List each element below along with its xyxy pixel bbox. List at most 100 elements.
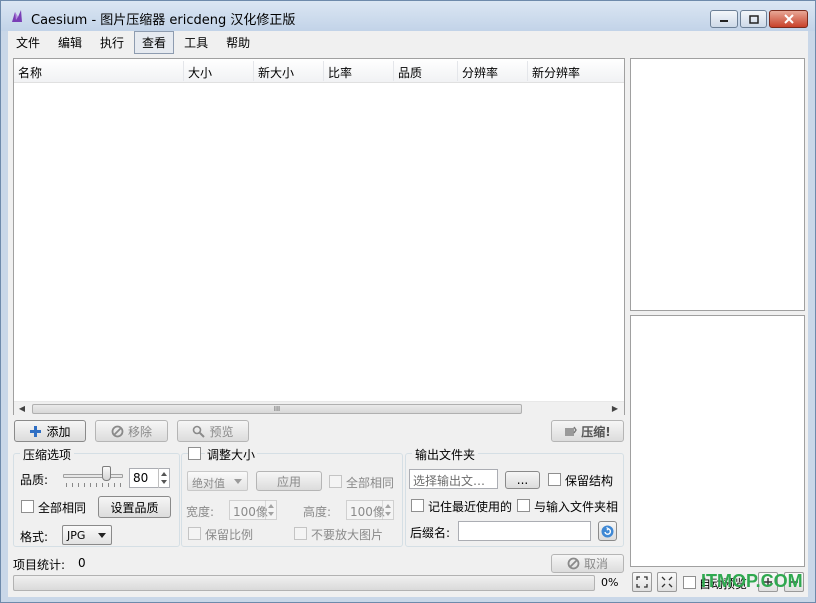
compressed-preview-pane <box>630 315 805 567</box>
file-list[interactable]: 名称 大小 新大小 比率 品质 分辨率 新分辨率 ◀ III ▶ <box>13 58 625 415</box>
compress-button[interactable]: 压缩! <box>551 420 624 442</box>
format-select[interactable]: JPG <box>62 525 112 545</box>
width-label: 宽度: <box>186 505 215 519</box>
scroll-right-icon[interactable]: ▶ <box>610 404 620 414</box>
set-quality-button[interactable]: 设置品质 <box>98 496 171 518</box>
menu-edit[interactable]: 编辑 <box>50 31 90 54</box>
magnifier-icon <box>193 425 206 438</box>
column-new-size[interactable]: 新大小 <box>258 64 294 81</box>
client-area: 文件 编辑 执行 查看 工具 帮助 名称 大小 新大小 比率 品质 分辨率 新分… <box>8 30 808 597</box>
set-quality-button-label: 设置品质 <box>110 500 159 515</box>
column-divider[interactable] <box>457 61 458 81</box>
resize-all-same-label: 全部相同 <box>346 476 395 490</box>
browse-folder-button[interactable]: ... <box>505 471 540 489</box>
scroll-left-icon[interactable]: ◀ <box>17 404 27 414</box>
quality-slider-thumb[interactable] <box>102 466 111 481</box>
keep-ratio-checkbox[interactable] <box>188 527 201 540</box>
no-enlarge-label: 不要放大图片 <box>311 528 384 542</box>
column-name[interactable]: 名称 <box>18 64 42 81</box>
close-icon <box>783 14 794 24</box>
width-spinner[interactable] <box>265 500 276 520</box>
remember-last-checkbox[interactable] <box>411 499 424 512</box>
suffix-input[interactable] <box>458 521 591 541</box>
preview-button-label: 预览 <box>209 424 234 439</box>
resize-title: 调整大小 <box>205 446 258 463</box>
column-ratio[interactable]: 比率 <box>328 64 352 81</box>
apply-resize-button-label: 应用 <box>276 474 301 489</box>
chevron-down-icon <box>98 533 106 538</box>
menu-tools[interactable]: 工具 <box>176 31 216 54</box>
column-divider[interactable] <box>183 61 184 81</box>
keep-structure-checkbox[interactable] <box>548 473 561 486</box>
auto-preview-checkbox[interactable] <box>683 576 696 589</box>
column-divider[interactable] <box>393 61 394 81</box>
menu-view[interactable]: 查看 <box>134 30 175 54</box>
cancel-button[interactable]: 取消 <box>551 554 624 573</box>
scroll-thumb[interactable]: III <box>32 404 522 414</box>
format-label: 格式: <box>20 530 49 544</box>
add-button[interactable]: 添加 <box>14 420 86 442</box>
fullscreen-icon <box>661 576 673 588</box>
add-button-label: 添加 <box>46 424 71 439</box>
item-stats-label: 项目统计: <box>13 558 66 572</box>
fit-view-button[interactable] <box>632 572 652 592</box>
reset-suffix-button[interactable] <box>598 521 617 541</box>
title-bar[interactable]: Caesium - 图片压缩器 ericdeng 汉化修正版 <box>1 1 815 31</box>
menu-help[interactable]: 帮助 <box>218 31 258 54</box>
refresh-icon <box>601 525 614 537</box>
no-enlarge-checkbox[interactable] <box>294 527 307 540</box>
resize-all-same-checkbox[interactable] <box>329 475 342 488</box>
quality-all-same-checkbox[interactable] <box>21 500 34 513</box>
no-entry-icon <box>567 557 580 570</box>
compression-options-title: 压缩选项 <box>20 446 75 463</box>
browse-folder-button-label: ... <box>516 473 529 487</box>
fit-view-icon <box>636 576 648 588</box>
horizontal-scrollbar[interactable]: ◀ III ▶ <box>14 401 624 415</box>
resize-mode-value: 绝对值 <box>192 477 225 490</box>
cancel-button-label: 取消 <box>583 557 608 571</box>
output-folder-placeholder: 选择输出文… <box>413 474 486 488</box>
height-spinner[interactable] <box>382 500 393 520</box>
quality-spinner[interactable] <box>158 468 169 488</box>
column-quality[interactable]: 品质 <box>398 64 422 81</box>
chevron-down-icon <box>234 479 242 484</box>
column-divider[interactable] <box>527 61 528 81</box>
progress-percent: 0% <box>601 576 619 589</box>
quality-label: 品质: <box>20 473 49 487</box>
height-value: 100像 <box>350 505 385 519</box>
menu-bar: 文件 编辑 执行 查看 工具 帮助 <box>8 30 808 54</box>
suffix-label: 后缀名: <box>410 526 451 540</box>
resize-mode-select[interactable]: 绝对值 <box>187 471 248 491</box>
output-folder-input[interactable]: 选择输出文… <box>409 469 498 489</box>
height-label: 高度: <box>303 505 332 519</box>
compress-button-label: 压缩! <box>581 424 611 439</box>
preview-button[interactable]: 预览 <box>177 420 249 442</box>
menu-file[interactable]: 文件 <box>8 31 48 54</box>
output-folder-title: 输出文件夹 <box>412 446 479 463</box>
minimize-button[interactable] <box>710 10 738 28</box>
list-header: 名称 大小 新大小 比率 品质 分辨率 新分辨率 <box>14 59 624 83</box>
compress-icon <box>565 426 578 436</box>
close-button[interactable] <box>769 10 808 28</box>
keep-ratio-label: 保留比例 <box>205 528 254 542</box>
maximize-button[interactable] <box>740 10 767 28</box>
minimize-icon <box>720 20 728 22</box>
format-value: JPG <box>67 529 86 542</box>
column-divider[interactable] <box>323 61 324 81</box>
column-size[interactable]: 大小 <box>188 64 212 81</box>
window-title: Caesium - 图片压缩器 ericdeng 汉化修正版 <box>31 13 296 28</box>
column-divider[interactable] <box>253 61 254 81</box>
remove-button[interactable]: 移除 <box>95 420 168 442</box>
column-new-resolution[interactable]: 新分辨率 <box>532 64 580 81</box>
quality-slider-track[interactable] <box>63 474 123 478</box>
quality-all-same-label: 全部相同 <box>38 501 87 515</box>
menu-run[interactable]: 执行 <box>92 31 132 54</box>
same-as-input-checkbox[interactable] <box>517 499 530 512</box>
actual-size-button[interactable] <box>657 572 677 592</box>
resize-checkbox[interactable] <box>188 447 201 460</box>
apply-resize-button[interactable]: 应用 <box>256 471 322 491</box>
maximize-icon <box>748 14 759 24</box>
column-resolution[interactable]: 分辨率 <box>462 64 498 81</box>
progress-bar <box>13 575 595 591</box>
item-count: 0 <box>78 556 86 570</box>
